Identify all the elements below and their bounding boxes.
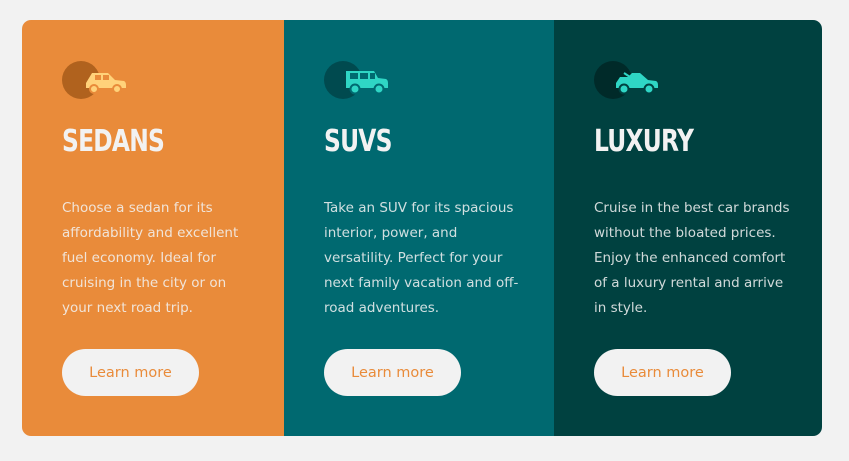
learn-more-button[interactable]: Learn more [594,349,731,396]
learn-more-button[interactable]: Learn more [324,349,461,396]
luxury-car-icon [594,61,660,99]
suv-car-icon [324,61,390,99]
sedan-car-icon [62,61,128,99]
card-title: SUVs [324,124,392,159]
card-description: Cruise in the best car brands without th… [594,200,790,316]
card-luxury: Luxury Cruise in the best car brands wit… [554,20,822,436]
card-sedans: Sedans Choose a sedan for its affordabil… [22,20,284,436]
card-title: Luxury [594,124,694,159]
learn-more-button[interactable]: Learn more [62,349,199,396]
card-description: Choose a sedan for its affordability and… [62,200,239,316]
car-category-cards: Sedans Choose a sedan for its affordabil… [22,20,822,436]
card-description: Take an SUV for its spacious interior, p… [324,200,519,316]
card-suvs: SUVs Take an SUV for its spacious interi… [284,20,554,436]
card-title: Sedans [62,124,165,159]
